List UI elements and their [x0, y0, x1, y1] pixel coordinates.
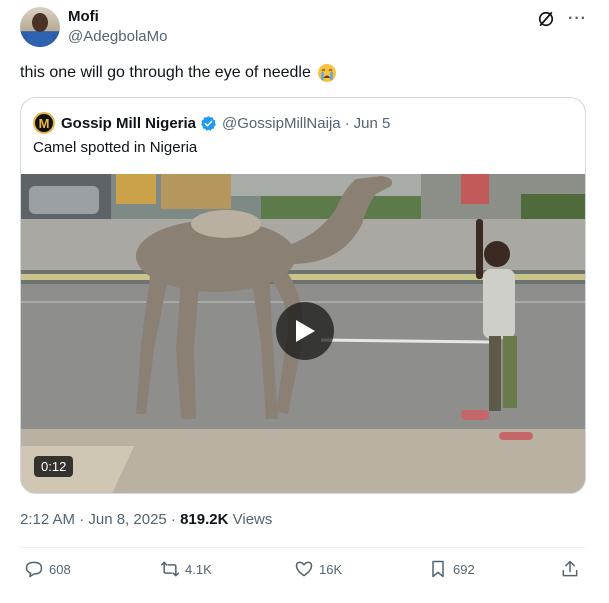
play-button[interactable]	[276, 302, 334, 360]
reply-icon	[25, 561, 43, 578]
tweet-card: Mofi @AdegbolaMo ··· this one will go th…	[0, 0, 609, 603]
repost-icon	[160, 561, 180, 577]
video-duration: 0:12	[34, 456, 74, 477]
tweet-header: Mofi @AdegbolaMo	[20, 7, 167, 47]
reply-button[interactable]: 608	[24, 559, 71, 579]
views-count: 819.2K	[180, 511, 229, 528]
grok-icon[interactable]	[536, 9, 556, 29]
divider	[20, 547, 586, 548]
action-bar: 608 4.1K 16K 692	[20, 559, 588, 583]
quoted-date[interactable]: Jun 5	[354, 115, 391, 132]
repost-button[interactable]: 4.1K	[160, 559, 212, 579]
avatar[interactable]	[20, 7, 60, 47]
repost-count: 4.1K	[185, 561, 212, 577]
quoted-author-handle[interactable]: @GossipMillNaija	[222, 115, 341, 132]
like-button[interactable]: 16K	[294, 559, 342, 579]
more-icon[interactable]: ···	[568, 10, 587, 28]
like-count: 16K	[319, 561, 343, 577]
bookmark-count: 692	[453, 561, 475, 577]
quoted-header: M Gossip Mill Nigeria @GossipMillNaija ·…	[33, 112, 390, 134]
video-player[interactable]: 0:12	[21, 174, 585, 493]
bookmark-button[interactable]: 692	[428, 559, 475, 579]
quoted-tweet[interactable]: M Gossip Mill Nigeria @GossipMillNaija ·…	[20, 97, 586, 494]
quoted-avatar[interactable]: M	[33, 112, 55, 134]
tweet-meta: 2:12 AM · Jun 8, 2025 · 819.2K Views	[20, 511, 272, 528]
author-handle[interactable]: @AdegbolaMo	[68, 28, 167, 46]
bookmark-icon	[432, 560, 444, 578]
tweet-timestamp[interactable]: 2:12 AM · Jun 8, 2025 ·	[20, 511, 180, 528]
tweet-text-content: this one will go through the eye of need…	[20, 64, 311, 81]
quoted-author-name[interactable]: Gossip Mill Nigeria	[61, 115, 196, 132]
author-name[interactable]: Mofi	[68, 8, 167, 26]
play-icon	[296, 320, 315, 342]
top-icons: ···	[536, 9, 587, 29]
quoted-text: Camel spotted in Nigeria	[33, 139, 198, 156]
tweet-text: this one will go through the eye of need…	[20, 63, 337, 83]
views-label: Views	[228, 511, 273, 528]
reply-count: 608	[49, 561, 71, 577]
share-icon	[562, 560, 578, 577]
author-names: Mofi @AdegbolaMo	[68, 8, 167, 46]
share-button[interactable]	[560, 559, 580, 579]
like-icon	[295, 561, 313, 577]
quoted-separator: ·	[344, 114, 350, 132]
verified-icon	[201, 115, 216, 131]
crying-face-emoji-icon	[317, 64, 336, 82]
